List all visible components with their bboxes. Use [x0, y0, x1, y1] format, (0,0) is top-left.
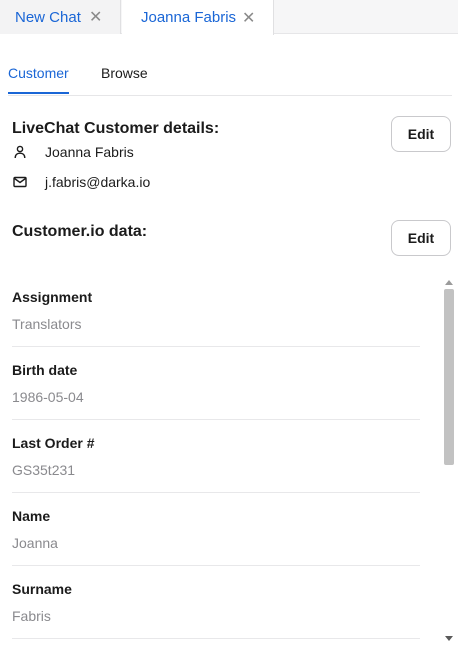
scrollbar-thumb[interactable] [444, 289, 454, 465]
tab-label: Joanna Fabris [141, 9, 237, 26]
tab-joanna-fabris[interactable]: Joanna Fabris ✕ [122, 0, 274, 35]
list-item: Assignment Translators [12, 274, 420, 347]
tab-bar: New Chat ✕ Joanna Fabris ✕ [0, 0, 458, 35]
customerio-edit-button[interactable]: Edit [391, 220, 451, 256]
subtab-customer[interactable]: Customer [8, 65, 69, 94]
customer-name: Joanna Fabris [45, 144, 134, 160]
field-value: 1986-05-04 [12, 389, 84, 405]
tab-new-chat[interactable]: New Chat ✕ [0, 0, 121, 34]
field-value: Translators [12, 316, 82, 332]
field-label: Name [12, 508, 51, 524]
livechat-section-title: LiveChat Customer details: [12, 120, 220, 137]
customer-email-row: j.fabris@darka.io [12, 174, 150, 190]
subtab-browse[interactable]: Browse [101, 65, 148, 81]
list-item: Birth date 1986-05-04 [12, 347, 420, 420]
tab-label: New Chat [15, 8, 81, 26]
scroll-up-arrow-icon[interactable] [445, 280, 453, 285]
field-label: Birth date [12, 362, 78, 378]
customerio-field-list[interactable]: Assignment Translators Birth date 1986-0… [12, 274, 420, 646]
scroll-down-arrow-icon[interactable] [445, 636, 453, 641]
customerio-section-title: Customer.io data: [12, 223, 148, 240]
list-item: Name Joanna [12, 493, 420, 566]
close-icon[interactable]: ✕ [89, 7, 102, 27]
customer-name-row: Joanna Fabris [12, 144, 134, 160]
field-label: Surname [12, 581, 72, 597]
mail-icon [12, 174, 28, 190]
close-icon[interactable]: ✕ [242, 8, 255, 28]
list-item: Last Order # GS35t231 [12, 420, 420, 493]
field-value: Fabris [12, 608, 51, 624]
field-label: Last Order # [12, 435, 95, 451]
customer-email: j.fabris@darka.io [45, 174, 151, 190]
list-item: Surname Fabris [12, 566, 420, 639]
field-value: Joanna [12, 535, 58, 551]
person-icon [12, 144, 28, 160]
subtab-bar: Customer Browse [8, 56, 452, 96]
livechat-edit-button[interactable]: Edit [391, 116, 451, 152]
field-value: GS35t231 [12, 462, 76, 478]
scrollbar[interactable] [442, 276, 456, 646]
field-label: Assignment [12, 289, 93, 305]
